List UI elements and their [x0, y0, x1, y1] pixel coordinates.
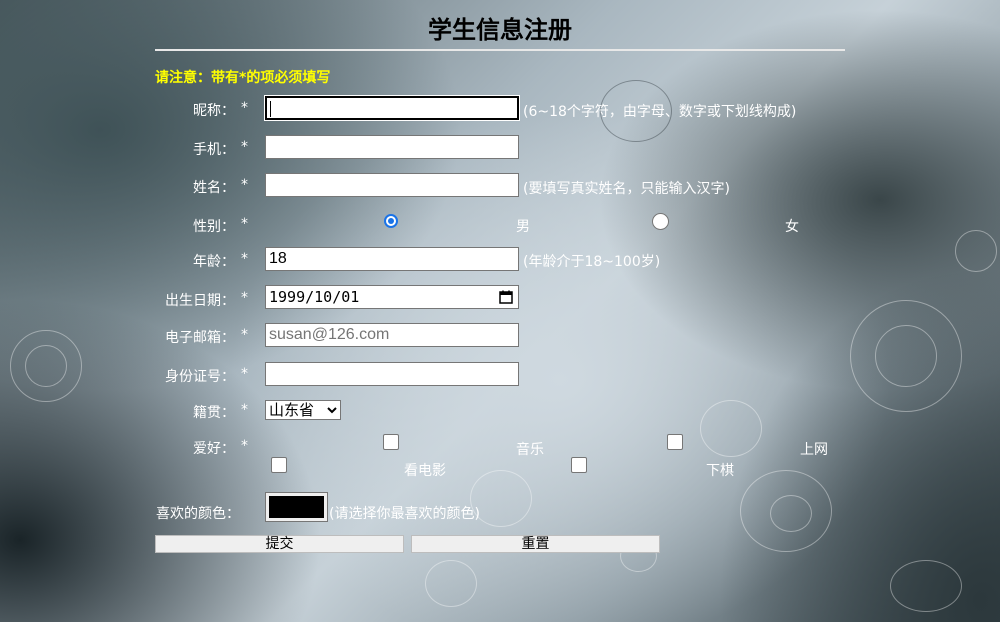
required-mark: *	[241, 438, 248, 454]
name-hint: (要填写真实姓名，只能输入汉字)	[523, 181, 730, 197]
hobby-checkbox-movies[interactable]	[271, 457, 287, 473]
gender-male-label: 男	[516, 219, 530, 235]
required-notice: 请注意：带有*的项必须填写	[155, 70, 331, 86]
nickname-label: 昵称：	[193, 103, 235, 119]
hometown-selected: 山东省	[269, 401, 315, 419]
email-label: 电子邮箱：	[165, 330, 235, 346]
nickname-input[interactable]	[264, 95, 520, 121]
hobby-checkbox-music[interactable]	[383, 434, 399, 450]
hometown-label: 籍贯：	[193, 405, 235, 421]
hobby-label-internet: 上网	[800, 442, 828, 458]
age-input[interactable]: 18	[265, 247, 519, 271]
required-mark: *	[241, 251, 248, 267]
nickname-hint: (6~18个字符，由字母、数字或下划线构成)	[523, 104, 797, 120]
hobby-label-music: 音乐	[516, 442, 544, 458]
ripple	[425, 560, 477, 607]
color-label: 喜欢的颜色：	[156, 506, 240, 522]
age-hint: (年龄介于18~100岁)	[523, 254, 661, 270]
gender-female-label: 女	[785, 219, 799, 235]
hometown-select[interactable]: 山东省	[265, 400, 341, 420]
name-input[interactable]	[265, 173, 519, 197]
required-mark: *	[241, 327, 248, 343]
required-mark: *	[241, 177, 248, 193]
required-mark: *	[241, 402, 248, 418]
ripple	[740, 470, 832, 552]
hobby-checkbox-chess[interactable]	[571, 457, 587, 473]
title-divider	[155, 49, 845, 51]
chevron-down-icon	[326, 401, 338, 425]
gender-male-radio[interactable]	[384, 214, 398, 228]
hobbies-label: 爱好：	[193, 441, 235, 457]
gender-label: 性别：	[193, 219, 235, 235]
ripple	[875, 325, 937, 387]
birthdate-value: 1999/10/01	[269, 288, 360, 306]
name-label: 姓名：	[193, 180, 235, 196]
required-mark: *	[241, 366, 248, 382]
hobby-label-chess: 下棋	[706, 463, 734, 479]
page-title: 学生信息注册	[428, 16, 572, 44]
required-mark: *	[241, 139, 248, 155]
ripple	[850, 300, 962, 412]
email-input[interactable]: susan@126.com	[265, 323, 519, 347]
ripple	[890, 560, 962, 612]
color-hint: (请选择你最喜欢的颜色)	[329, 506, 480, 522]
color-swatch	[269, 496, 324, 518]
ripple	[10, 330, 82, 402]
required-mark: *	[241, 290, 248, 306]
ripple	[700, 400, 762, 457]
ripple	[770, 495, 812, 532]
birthdate-input[interactable]: 1999/10/01	[265, 285, 519, 309]
ripple	[955, 230, 997, 272]
submit-button[interactable]: 提交	[155, 535, 404, 553]
hobby-label-movies: 看电影	[404, 463, 446, 479]
age-label: 年龄：	[193, 254, 235, 270]
gender-female-radio[interactable]	[652, 213, 669, 230]
required-mark: *	[241, 100, 248, 116]
calendar-icon[interactable]	[499, 290, 513, 304]
phone-label: 手机：	[193, 142, 235, 158]
email-placeholder: susan@126.com	[269, 326, 390, 343]
reset-button[interactable]: 重置	[411, 535, 660, 553]
ripple	[25, 345, 67, 387]
id-number-input[interactable]	[265, 362, 519, 386]
color-picker[interactable]	[265, 492, 328, 522]
required-mark: *	[241, 216, 248, 232]
id-number-label: 身份证号：	[165, 369, 235, 385]
hobby-checkbox-internet[interactable]	[667, 434, 683, 450]
birthdate-label: 出生日期：	[165, 293, 235, 309]
phone-input[interactable]	[265, 135, 519, 159]
